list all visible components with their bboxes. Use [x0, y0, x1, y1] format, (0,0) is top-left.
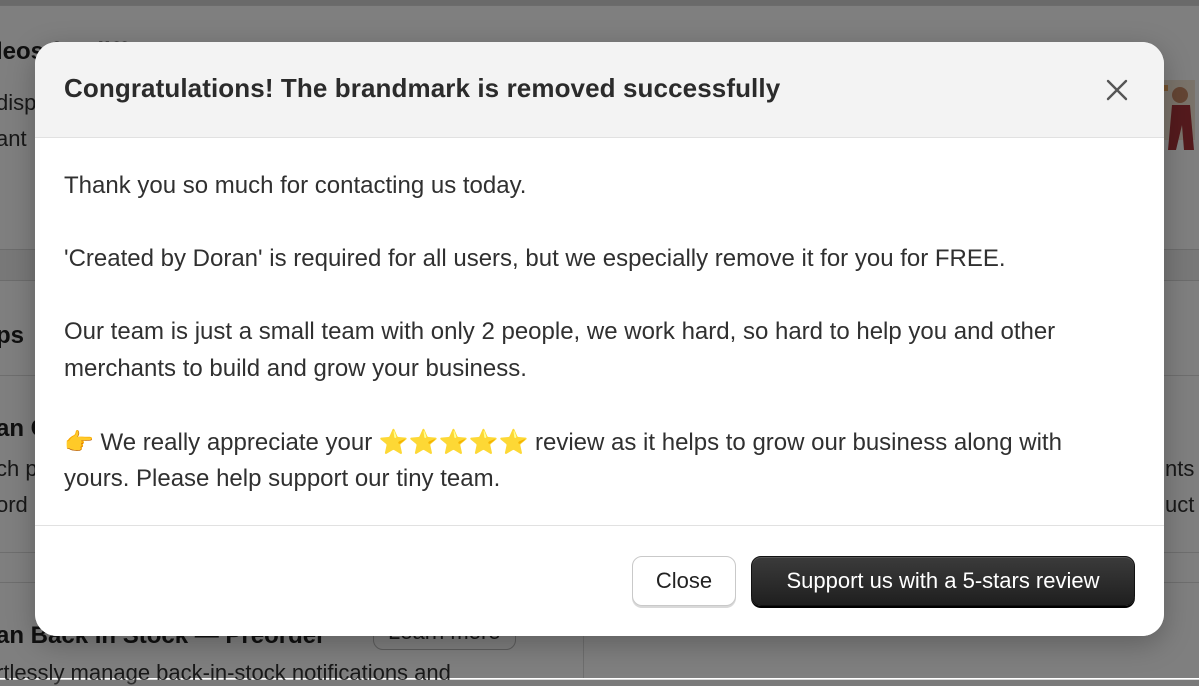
five-stars-icon: ⭐⭐⭐⭐⭐ — [378, 427, 529, 456]
modal-body: Thank you so much for contacting us toda… — [64, 168, 1134, 498]
success-modal: Congratulations! The brandmark is remove… — [35, 42, 1164, 636]
close-icon[interactable] — [1103, 76, 1131, 104]
review-button[interactable]: Support us with a 5-stars review — [751, 556, 1135, 606]
message-paragraph: Our team is just a small team with only … — [64, 314, 1134, 387]
message-line: merchants to build and grow your busines… — [64, 354, 527, 382]
message-paragraph: Thank you so much for contacting us toda… — [64, 172, 527, 199]
message-paragraph: 'Created by Doran' is required for all u… — [64, 245, 1006, 272]
pointing-hand-icon: 👉 — [64, 427, 94, 456]
message-line: yours. Please help support our tiny team… — [64, 465, 501, 492]
message-text: We really appreciate your — [93, 428, 379, 456]
message-line: Our team is just a small team with only … — [64, 318, 1056, 345]
modal-title: Congratulations! The brandmark is remove… — [64, 73, 781, 103]
close-button[interactable]: Close — [632, 556, 736, 606]
modal-header: Congratulations! The brandmark is remove… — [35, 42, 1164, 138]
review-request-paragraph: 👉 We really appreciate your ⭐⭐⭐⭐⭐ review… — [64, 424, 1134, 498]
message-text: review as it helps to grow our business … — [528, 428, 1062, 456]
modal-footer: Close Support us with a 5-stars review — [35, 525, 1164, 636]
